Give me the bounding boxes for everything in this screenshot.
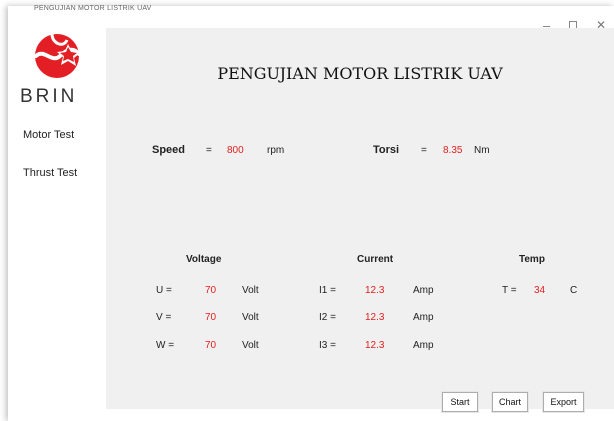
voltage-u-value: 70	[205, 285, 217, 296]
current-i2-label: I2 =	[319, 312, 336, 323]
voltage-w-unit: Volt	[242, 340, 259, 351]
voltage-v-value: 70	[205, 312, 217, 323]
voltage-v-label: V =	[156, 312, 172, 323]
voltage-v-unit: Volt	[242, 312, 259, 323]
start-button[interactable]: Start	[442, 392, 478, 412]
temp-value: 34	[534, 285, 546, 296]
voltage-w-label: W =	[156, 340, 175, 351]
page-title: PENGUJIAN MOTOR LISTRIK UAV	[217, 64, 503, 83]
voltage-u-label: U =	[156, 285, 172, 296]
speed-value: 800	[227, 145, 244, 156]
torsi-equals: =	[421, 145, 427, 156]
sidebar-item-motor-test[interactable]: Motor Test	[23, 129, 74, 141]
temp-header: Temp	[519, 254, 545, 265]
voltage-u-unit: Volt	[242, 285, 259, 296]
speed-equals: =	[206, 145, 212, 156]
torsi-value: 8.35	[443, 145, 463, 156]
temp-label: T =	[502, 285, 517, 296]
current-i1-label: I1 =	[319, 285, 336, 296]
torsi-unit: Nm	[474, 145, 490, 156]
current-i3-unit: Amp	[413, 340, 434, 351]
torsi-label: Torsi	[373, 144, 400, 156]
current-i2-unit: Amp	[413, 312, 434, 323]
current-header: Current	[357, 254, 394, 265]
current-i1-unit: Amp	[413, 285, 434, 296]
title-bar: PENGUJIAN MOTOR LISTRIK UAV ✕	[8, 5, 614, 32]
brand-text: BRIN	[20, 86, 78, 107]
voltage-w-value: 70	[205, 340, 217, 351]
window-title: PENGUJIAN MOTOR LISTRIK UAV	[34, 5, 152, 12]
app-window: PENGUJIAN MOTOR LISTRIK UAV ✕ BRIN Motor…	[8, 5, 614, 421]
speed-label: Speed	[152, 144, 186, 156]
main-panel: PENGUJIAN MOTOR LISTRIK UAV Speed = 800 …	[106, 28, 614, 412]
current-i2-value: 12.3	[365, 312, 385, 323]
chart-button[interactable]: Chart	[492, 392, 528, 412]
temp-unit: C	[570, 285, 578, 296]
current-i3-label: I3 =	[319, 340, 336, 351]
sidebar: BRIN Motor Test Thrust Test	[8, 28, 106, 421]
export-button[interactable]: Export	[543, 392, 584, 412]
sidebar-item-thrust-test[interactable]: Thrust Test	[23, 167, 77, 179]
current-i3-value: 12.3	[365, 340, 385, 351]
voltage-header: Voltage	[186, 254, 222, 265]
speed-unit: rpm	[267, 145, 285, 156]
current-i1-value: 12.3	[365, 285, 385, 296]
